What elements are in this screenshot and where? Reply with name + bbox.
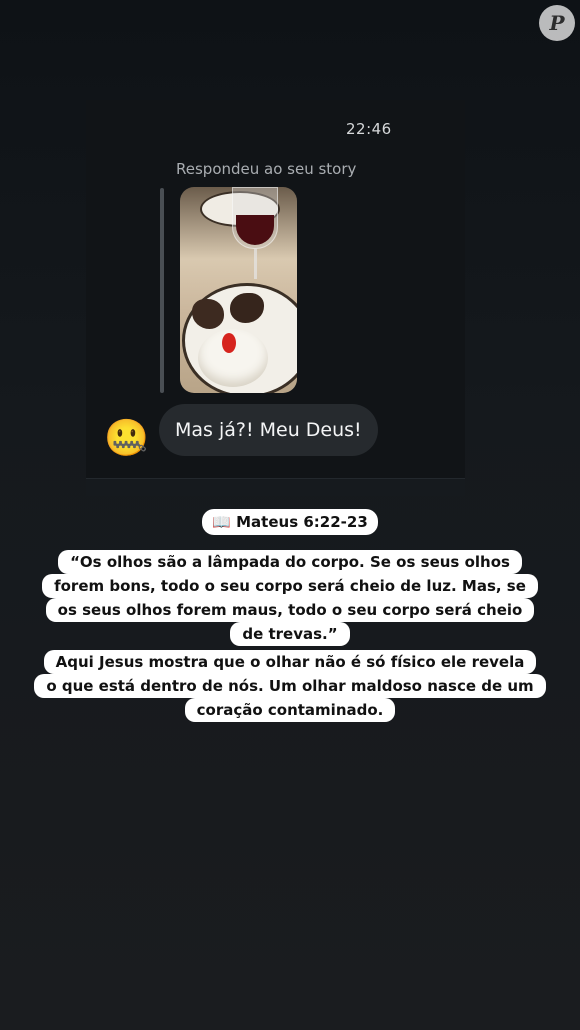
verse-line: os seus olhos forem maus, todo o seu cor…	[45, 598, 535, 622]
steak	[192, 299, 224, 329]
dm-footer-strip	[86, 478, 465, 496]
verse-line: forem bons, todo o seu corpo será cheio …	[42, 574, 538, 598]
explanation-line: coração contaminado.	[184, 698, 396, 722]
message-bubble[interactable]: Mas já?! Meu Deus!	[159, 404, 378, 456]
reply-indicator-bar	[160, 188, 164, 393]
story-thumbnail[interactable]	[180, 187, 297, 393]
verse-line: “Os olhos são a lâmpada do corpo. Se os …	[58, 550, 522, 574]
story-reply-label: Respondeu ao seu story	[176, 160, 357, 178]
glass-stem	[254, 249, 257, 279]
verse-line: de trevas.”	[230, 622, 350, 646]
zipper-mouth-emoji-icon: 🤐	[104, 418, 149, 459]
explanation-line: Aqui Jesus mostra que o olhar não é só f…	[43, 650, 537, 674]
message-time: 22:46	[346, 120, 392, 138]
explanation-line: o que está dentro de nós. Um olhar maldo…	[34, 674, 546, 698]
tomato	[222, 333, 236, 353]
watermark-logo: P	[539, 5, 575, 41]
bible-reference-caption: 📖 Mateus 6:22-23	[194, 509, 386, 535]
bible-reference: 📖 Mateus 6:22-23	[202, 509, 378, 535]
dm-screenshot: 22:46 Respondeu ao seu story 🤐 Mas já?! …	[86, 100, 465, 496]
verse-caption: “Os olhos são a lâmpada do corpo. Se os …	[20, 550, 560, 646]
explanation-caption: Aqui Jesus mostra que o olhar não é só f…	[20, 650, 560, 722]
